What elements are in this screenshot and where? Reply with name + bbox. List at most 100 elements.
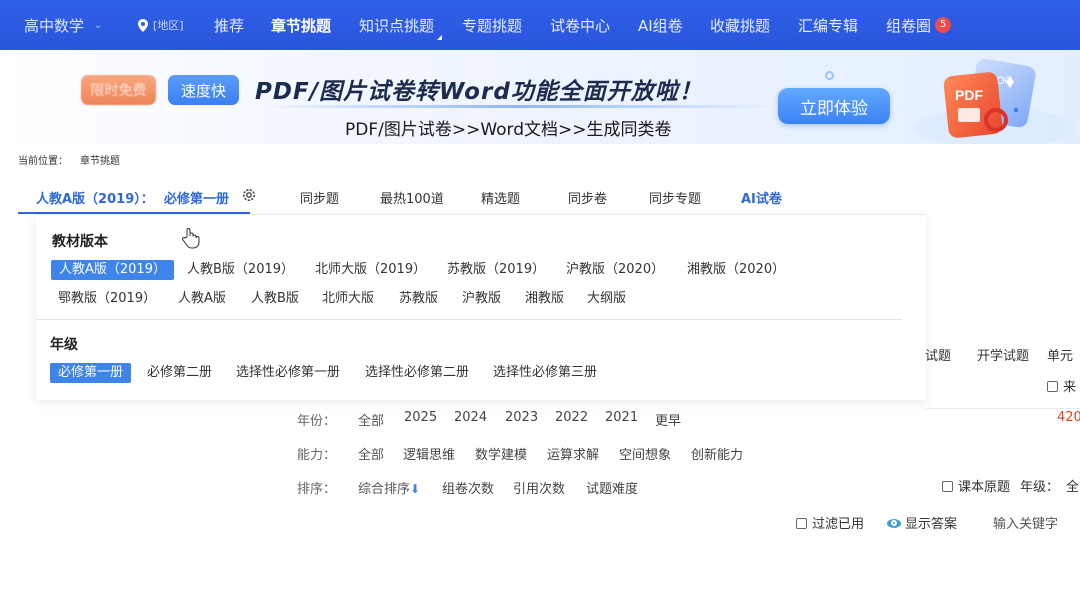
edition-option[interactable]: 苏教版（2019） <box>447 260 545 280</box>
volume-selector[interactable]: 必修第一册 <box>164 188 229 207</box>
cut-off-checkbox[interactable]: 来 <box>1047 376 1076 395</box>
filter-tabs: 人教A版（2019）： 必修第一册 同步题 最热100道 精选题 同步卷 同步专… <box>18 182 1080 214</box>
location-pin-icon <box>138 18 148 32</box>
eye-icon <box>887 519 901 528</box>
year-option[interactable]: 2024 <box>454 410 487 425</box>
banner-subline: PDF/图片试卷>>Word文档>>生成同类卷 <box>345 120 672 140</box>
free-pill: 限时免费 <box>81 75 156 105</box>
ability-option[interactable]: 创新能力 <box>691 444 743 463</box>
question-type-tab[interactable]: 开学试题 <box>977 345 1029 364</box>
section-divider <box>926 408 1080 409</box>
textbook-original-checkbox[interactable]: 课本原题 <box>942 476 1010 495</box>
grade-option[interactable]: 必修第一册 <box>50 363 132 383</box>
year-option[interactable]: 全部 <box>358 410 384 429</box>
nav-item-topic[interactable]: 专题挑题 <box>462 0 522 50</box>
tab-ai-paper[interactable]: AI试卷 <box>741 188 782 207</box>
result-count: 420 <box>1057 410 1080 425</box>
checkbox-icon <box>796 518 807 529</box>
svg-text:PDF: PDF <box>955 87 983 103</box>
year-option[interactable]: 2025 <box>404 410 437 425</box>
sort-filter-label: 排序： <box>297 482 337 497</box>
try-now-button[interactable]: 立即体验 <box>778 88 890 124</box>
region-selector[interactable]: [地区] <box>138 0 184 50</box>
ability-option[interactable]: 逻辑思维 <box>403 444 455 463</box>
question-type-tab[interactable]: 单元 <box>1047 345 1073 364</box>
ability-filter-label: 能力： <box>297 448 337 463</box>
promo-banner[interactable]: 限时免费 速度快 PDF/图片试卷转Word功能全面开放啦！ PDF/图片试卷>… <box>0 50 1080 144</box>
nav-item-recommend[interactable]: 推荐 <box>214 0 244 50</box>
grade-filter-label: 年级： <box>1020 480 1060 495</box>
corner-triangle-icon <box>437 35 443 40</box>
keyword-search-input[interactable]: 输入关键字 <box>993 513 1058 532</box>
subject-label: 高中数学 <box>24 16 85 35</box>
panel-divider <box>36 319 902 320</box>
grade-section-title: 年级 <box>50 337 78 353</box>
edition-option[interactable]: 大纲版 <box>587 289 626 309</box>
edition-option[interactable]: 北师大版 <box>322 289 374 309</box>
headline-underline <box>258 105 778 108</box>
year-filter-label: 年份： <box>297 414 337 429</box>
nav-item-circle[interactable]: 组卷圈 5 <box>886 0 952 50</box>
edition-option[interactable]: 北师大版（2019） <box>315 260 426 280</box>
edition-option[interactable]: 湘教版（2020） <box>687 260 785 280</box>
sort-option[interactable]: 引用次数 <box>513 478 565 497</box>
grade-option[interactable]: 选择性必修第二册 <box>365 363 469 383</box>
hand-cursor-icon <box>182 228 200 249</box>
region-label: [地区] <box>153 19 184 32</box>
ability-option[interactable]: 全部 <box>358 444 384 463</box>
edition-option[interactable]: 人教A版 <box>178 289 226 309</box>
arrow-down-icon: ⬇ <box>410 482 421 496</box>
tab-sync-papers[interactable]: 同步卷 <box>568 188 607 207</box>
edition-option[interactable]: 人教B版 <box>251 289 299 309</box>
question-type-tab[interactable]: 试题 <box>925 345 951 364</box>
checkbox-icon <box>942 481 953 492</box>
nav-item-compilation[interactable]: 汇编专辑 <box>798 0 858 50</box>
edition-section-title: 教材版本 <box>52 234 108 250</box>
nav-item-ai-compose[interactable]: AI组卷 <box>638 0 683 50</box>
nav-item-paper-center[interactable]: 试卷中心 <box>550 0 610 50</box>
checkbox-icon <box>1047 381 1058 392</box>
sort-option[interactable]: 组卷次数 <box>442 478 494 497</box>
breadcrumb: 当前位置： 章节挑题 <box>18 152 120 167</box>
textbook-dropdown-panel: 教材版本 人教A版（2019） 人教B版（2019） 北师大版（2019） 苏教… <box>36 214 926 400</box>
breadcrumb-current[interactable]: 章节挑题 <box>80 156 120 167</box>
tab-top100[interactable]: 最热100道 <box>380 188 444 207</box>
edition-option[interactable]: 人教A版（2019） <box>51 260 174 280</box>
tab-selected[interactable]: 精选题 <box>481 188 520 207</box>
edition-option[interactable]: 沪教版（2020） <box>566 260 664 280</box>
textbook-selector[interactable]: 人教A版（2019）： <box>36 188 154 207</box>
edition-option[interactable]: 沪教版 <box>462 289 501 309</box>
pdf-to-doc-illustration: DOC PDF <box>915 58 1075 144</box>
nav-item-favorites[interactable]: 收藏挑题 <box>710 0 770 50</box>
year-option[interactable]: 更早 <box>655 410 681 429</box>
tab-sync-questions[interactable]: 同步题 <box>300 188 339 207</box>
banner-headline: PDF/图片试卷转Word功能全面开放啦！ <box>255 79 703 105</box>
sort-option[interactable]: 综合排序⬇ <box>358 478 420 497</box>
ability-option[interactable]: 空间想象 <box>619 444 671 463</box>
ability-option[interactable]: 数学建模 <box>475 444 527 463</box>
edition-option[interactable]: 鄂教版（2019） <box>58 289 156 309</box>
year-option[interactable]: 2023 <box>505 410 538 425</box>
grade-option[interactable]: 选择性必修第一册 <box>236 363 340 383</box>
tab-sync-topics[interactable]: 同步专题 <box>649 188 701 207</box>
grade-option[interactable]: 选择性必修第三册 <box>493 363 597 383</box>
decor-dot <box>825 71 834 80</box>
subject-selector[interactable]: 高中数学 ⌄ <box>10 0 122 50</box>
grade-option[interactable]: 必修第二册 <box>147 363 212 383</box>
notification-badge: 5 <box>935 17 952 33</box>
breadcrumb-label: 当前位置： <box>18 156 68 167</box>
ability-option[interactable]: 运算求解 <box>547 444 599 463</box>
nav-item-knowledge[interactable]: 知识点挑题 <box>359 0 443 50</box>
edition-option[interactable]: 苏教版 <box>399 289 438 309</box>
nav-item-chapter[interactable]: 章节挑题 <box>271 0 331 50</box>
filter-used-checkbox[interactable]: 过滤已用 <box>796 513 864 532</box>
show-answer-toggle[interactable]: 显示答案 <box>887 513 957 532</box>
edition-option[interactable]: 湘教版 <box>525 289 564 309</box>
grade-filter-value[interactable]: 全 <box>1066 476 1079 495</box>
sort-option[interactable]: 试题难度 <box>586 478 638 497</box>
edition-option[interactable]: 人教B版（2019） <box>187 260 294 280</box>
top-navigation-bar: 高中数学 ⌄ [地区] 推荐 章节挑题 知识点挑题 专题挑题 试卷中心 AI组卷… <box>0 0 1080 50</box>
gear-icon[interactable] <box>241 187 257 203</box>
year-option[interactable]: 2021 <box>605 410 638 425</box>
year-option[interactable]: 2022 <box>555 410 588 425</box>
